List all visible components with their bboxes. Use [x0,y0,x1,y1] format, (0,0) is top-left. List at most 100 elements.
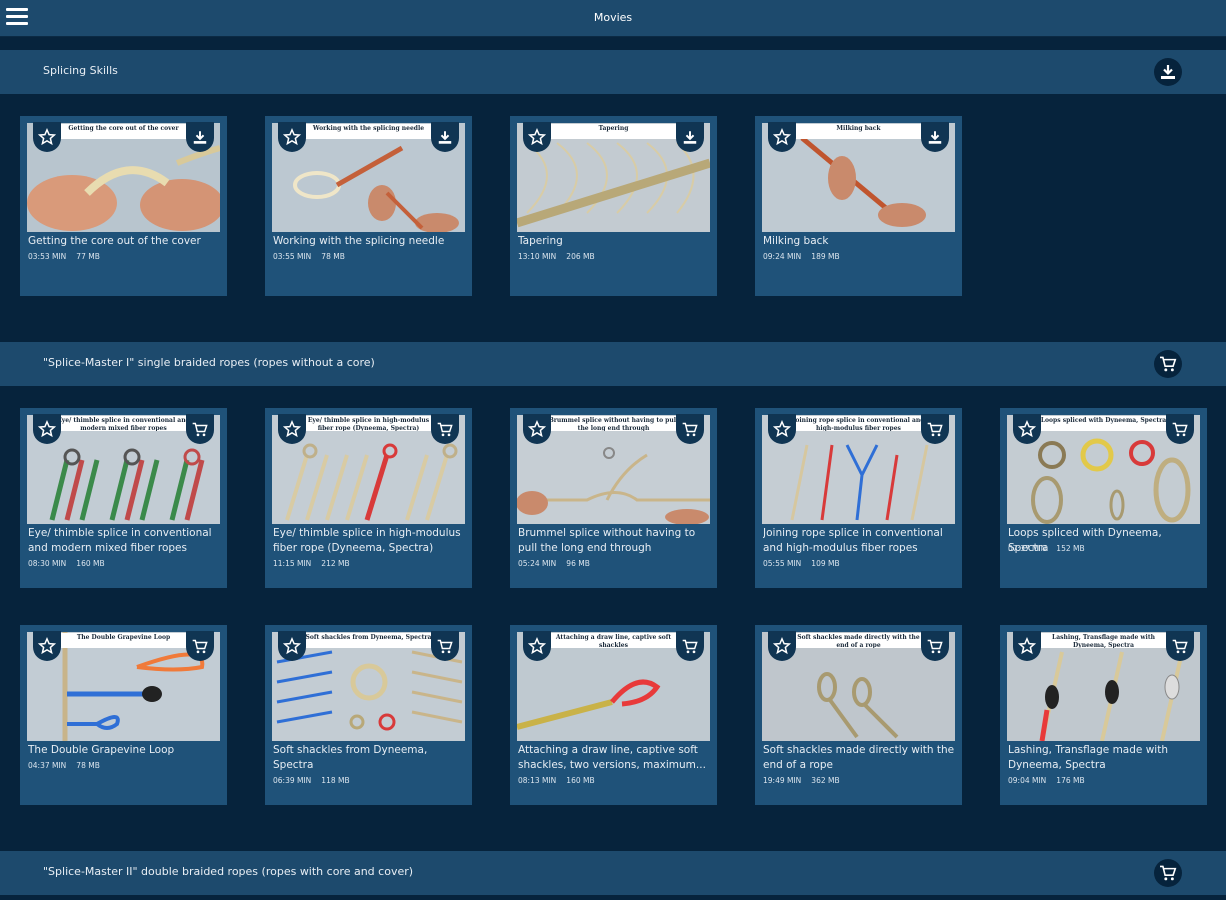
video-title: Eye/ thimble splice in conventional and … [28,527,212,554]
video-card[interactable]: Eye/ thimble splice in high-modulus fibe… [265,408,472,588]
thumbnail-caption: Joining rope splice in conventional and … [792,416,925,431]
video-size: 77 MB [76,252,100,261]
video-card[interactable]: Getting the core out of the cover Gettin… [20,116,227,296]
video-card[interactable]: Milking back Milking back 09:24 MIN 189 M… [755,116,962,296]
video-meta: 07:37 MIN 152 MB [1008,544,1085,553]
thumbnail-caption: Working with the splicing needle [302,124,435,139]
video-meta: 13:10 MIN 206 MB [518,252,595,261]
video-card[interactable]: Working with the splicing needle Working… [265,116,472,296]
video-size: 160 MB [566,776,595,785]
cart-icon[interactable] [1154,350,1182,378]
video-duration: 06:39 MIN [273,776,312,785]
video-meta: 05:55 MIN 109 MB [763,559,840,568]
star-icon[interactable] [1013,631,1041,661]
video-size: 152 MB [1056,544,1085,553]
video-title: Brummel splice without having to pull th… [518,527,696,554]
video-meta: 08:30 MIN 160 MB [28,559,105,568]
thumbnail-caption: Eye/ thimble splice in conventional and … [57,416,190,431]
download-icon[interactable] [431,122,459,152]
star-icon[interactable] [33,414,61,444]
video-size: 189 MB [811,252,840,261]
star-icon[interactable] [523,631,551,661]
app-bar: Movies [0,0,1226,37]
cart-icon[interactable] [676,414,704,444]
video-duration: 08:13 MIN [518,776,557,785]
thumbnail-caption: Brummel splice without having to pull th… [547,416,680,431]
video-card[interactable]: Brummel splice without having to pull th… [510,408,717,588]
video-title: Soft shackles from Dyneema, Spectra [273,744,428,771]
video-duration: 09:24 MIN [763,252,802,261]
thumbnail-caption: Eye/ thimble splice in high-modulus fibe… [302,416,435,431]
video-duration: 04:37 MIN [28,761,67,770]
video-meta: 06:39 MIN 118 MB [273,776,350,785]
video-size: 160 MB [76,559,105,568]
download-icon[interactable] [186,122,214,152]
video-card[interactable]: Soft shackles from Dyneema, Spectra Soft… [265,625,472,805]
star-icon[interactable] [768,631,796,661]
star-icon[interactable] [278,414,306,444]
video-duration: 03:55 MIN [273,252,312,261]
video-duration: 09:04 MIN [1008,776,1047,785]
thumbnail-caption: Milking back [792,124,925,139]
video-title: Working with the splicing needle [273,235,445,247]
video-size: 96 MB [566,559,590,568]
star-icon[interactable] [768,122,796,152]
video-duration: 08:30 MIN [28,559,67,568]
video-title: Joining rope splice in conventional and … [763,527,943,554]
video-title: Attaching a draw line, captive soft shac… [518,744,706,771]
video-size: 362 MB [811,776,840,785]
video-duration: 13:10 MIN [518,252,557,261]
star-icon[interactable] [33,122,61,152]
video-size: 206 MB [566,252,595,261]
star-icon[interactable] [33,631,61,661]
video-duration: 05:24 MIN [518,559,557,568]
video-meta: 09:04 MIN 176 MB [1008,776,1085,785]
video-card[interactable]: Tapering Tapering 13:10 MIN 206 MB [510,116,717,296]
cart-icon[interactable] [921,414,949,444]
cart-icon[interactable] [921,631,949,661]
video-title: Milking back [763,235,829,247]
video-meta: 04:37 MIN 78 MB [28,761,100,770]
cart-icon[interactable] [186,414,214,444]
video-meta: 03:55 MIN 78 MB [273,252,345,261]
star-icon[interactable] [523,414,551,444]
video-card[interactable]: The Double Grapevine Loop The Double Gra… [20,625,227,805]
video-meta: 05:24 MIN 96 MB [518,559,590,568]
thumbnail-caption: Loops spliced with Dyneema, Spectra [1037,416,1170,431]
section-title: Splicing Skills [43,64,118,77]
download-icon[interactable] [1154,58,1182,86]
thumbnail-caption: Lashing, Transflage made with Dyneema, S… [1037,633,1170,648]
cart-icon[interactable] [186,631,214,661]
download-icon[interactable] [921,122,949,152]
cart-icon[interactable] [1166,414,1194,444]
video-card[interactable]: Eye/ thimble splice in conventional and … [20,408,227,588]
video-card[interactable]: Soft shackles made directly with the end… [755,625,962,805]
video-size: 176 MB [1056,776,1085,785]
video-title: Eye/ thimble splice in high-modulus fibe… [273,527,461,554]
section-header-splice-master-2: "Splice-Master II" double braided ropes … [0,851,1226,895]
thumbnail-caption: Attaching a draw line, captive soft shac… [547,633,680,648]
video-size: 212 MB [321,559,350,568]
video-card[interactable]: Attaching a draw line, captive soft shac… [510,625,717,805]
cart-icon[interactable] [1166,631,1194,661]
video-card[interactable]: Loops spliced with Dyneema, Spectra Loop… [1000,408,1207,588]
star-icon[interactable] [1013,414,1041,444]
star-icon[interactable] [278,122,306,152]
video-meta: 03:53 MIN 77 MB [28,252,100,261]
cart-icon[interactable] [1154,859,1182,887]
star-icon[interactable] [768,414,796,444]
cart-icon[interactable] [676,631,704,661]
cart-icon[interactable] [431,414,459,444]
star-icon[interactable] [278,631,306,661]
download-icon[interactable] [676,122,704,152]
video-card[interactable]: Joining rope splice in conventional and … [755,408,962,588]
video-title: Tapering [518,235,563,247]
thumbnail-caption: Tapering [547,124,680,139]
video-card[interactable]: Lashing, Transflage made with Dyneema, S… [1000,625,1207,805]
star-icon[interactable] [523,122,551,152]
thumbnail-caption: The Double Grapevine Loop [57,633,190,648]
cart-icon[interactable] [431,631,459,661]
thumbnail-caption: Soft shackles made directly with the end… [792,633,925,648]
video-title: Lashing, Transflage made with Dyneema, S… [1008,744,1168,771]
video-meta: 09:24 MIN 189 MB [763,252,840,261]
